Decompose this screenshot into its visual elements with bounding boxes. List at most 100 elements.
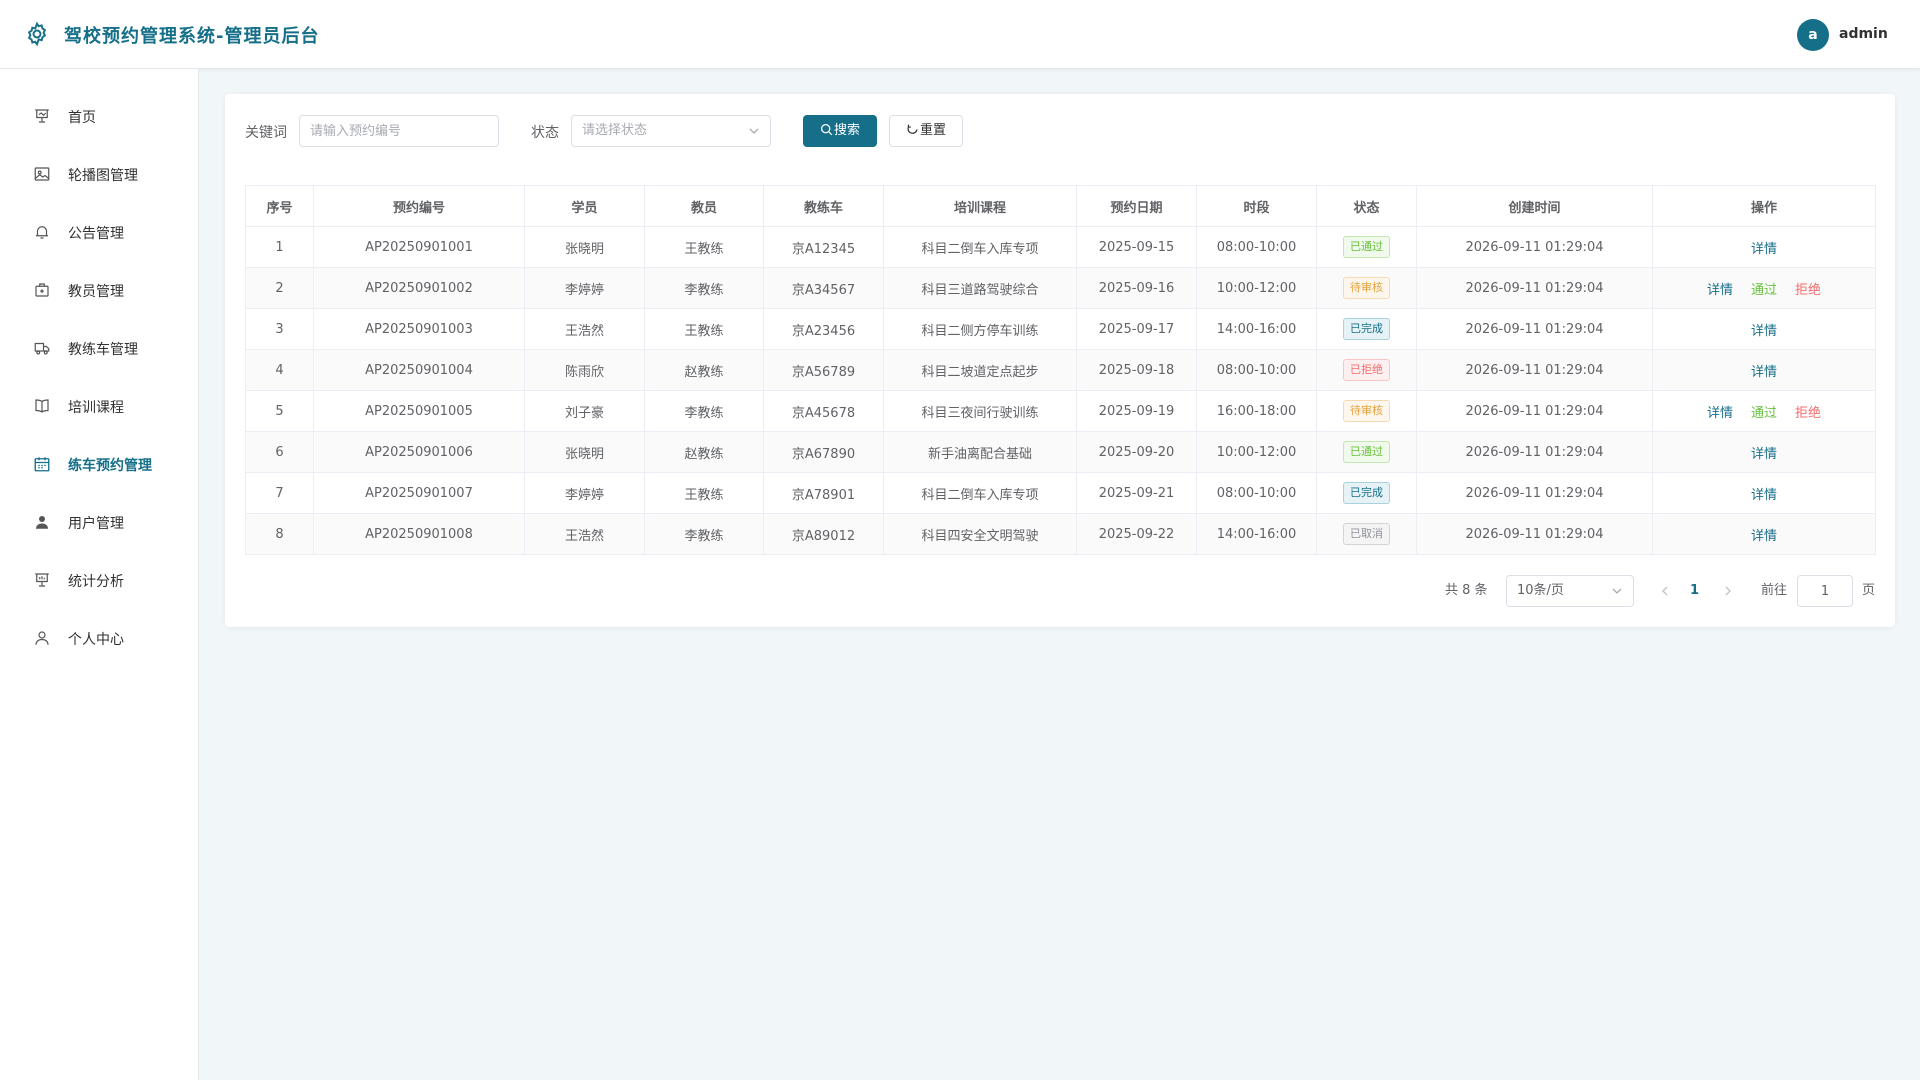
sidebar-item-users[interactable]: 用户管理 — [0, 502, 199, 542]
page-size-value: 10条/页 — [1517, 583, 1564, 598]
detail-link[interactable]: 详情 — [1707, 406, 1733, 421]
cell-status: 已通过 — [1316, 431, 1417, 473]
cell-slot: 16:00-18:00 — [1196, 390, 1317, 432]
status-badge: 已通过 — [1343, 236, 1390, 258]
detail-link[interactable]: 详情 — [1751, 324, 1777, 339]
cell-date: 2025-09-15 — [1076, 226, 1197, 268]
table-row: 8 AP20250901008 王浩然 李教练 京A89012 科目四安全文明驾驶 2025… — [245, 513, 1876, 555]
cell-code: AP20250901003 — [313, 308, 525, 350]
detail-link[interactable]: 详情 — [1751, 365, 1777, 380]
sidebar-item-label: 个人中心 — [68, 632, 124, 648]
detail-link[interactable]: 详情 — [1707, 283, 1733, 298]
cell-slot: 14:00-16:00 — [1196, 308, 1317, 350]
cell-coach: 李教练 — [644, 390, 764, 432]
cell-date: 2025-09-20 — [1076, 431, 1197, 473]
cell-status: 已取消 — [1316, 513, 1417, 555]
cell-course: 科目二倒车入库专项 — [883, 472, 1077, 514]
sidebar-item-stats[interactable]: 统计分析 — [0, 560, 199, 600]
cell-status: 已拒绝 — [1316, 349, 1417, 391]
sidebar-item-label: 轮播图管理 — [68, 168, 138, 184]
cell-course: 新手油离配合基础 — [883, 431, 1077, 473]
cell-created: 2026-09-11 01:29:04 — [1416, 308, 1653, 350]
cell-coach: 赵教练 — [644, 349, 764, 391]
detail-link[interactable]: 详情 — [1751, 529, 1777, 544]
approve-link[interactable]: 通过 — [1751, 406, 1777, 421]
sidebar-item-course[interactable]: 培训课程 — [0, 386, 199, 426]
cell-course: 科目二坡道定点起步 — [883, 349, 1077, 391]
cell-car: 京A67890 — [763, 431, 884, 473]
cell-status: 待审核 — [1316, 267, 1417, 309]
user-icon — [35, 631, 49, 645]
sidebar-item-notice[interactable]: 公告管理 — [0, 212, 199, 252]
cell-created: 2026-09-11 01:29:04 — [1416, 513, 1653, 555]
page-size-select[interactable]: 10条/页 — [1506, 575, 1634, 607]
cell-actions: 详情 — [1652, 308, 1876, 350]
bell-icon — [36, 226, 48, 239]
table-row: 6 AP20250901006 张晓明 赵教练 京A67890 新手油离配合基础 2025-… — [245, 431, 1876, 473]
status-badge: 已完成 — [1343, 482, 1390, 504]
table-row: 1 AP20250901001 张晓明 王教练 京A12345 科目二倒车入库专项 2025… — [245, 226, 1876, 268]
status-select-placeholder: 请选择状态 — [582, 123, 648, 138]
status-label: 状态 — [531, 125, 559, 141]
detail-link[interactable]: 详情 — [1751, 488, 1777, 503]
cell-slot: 08:00-10:00 — [1196, 349, 1317, 391]
cell-student: 张晓明 — [524, 431, 645, 473]
status-badge: 待审核 — [1343, 400, 1390, 422]
goto-page-input[interactable] — [1797, 575, 1853, 607]
sidebar-item-label: 培训课程 — [68, 400, 124, 416]
sidebar-item-label: 用户管理 — [68, 516, 124, 532]
search-icon — [820, 123, 833, 136]
cell-code: AP20250901008 — [313, 513, 525, 555]
search-button[interactable]: 搜索 — [803, 115, 877, 147]
sidebar-item-car[interactable]: 教练车管理 — [0, 328, 199, 368]
status-badge: 已通过 — [1343, 441, 1390, 463]
sidebar-item-coach[interactable]: 教员管理 — [0, 270, 199, 310]
username[interactable]: admin — [1839, 26, 1888, 42]
cell-car: 京A78901 — [763, 472, 884, 514]
detail-link[interactable]: 详情 — [1751, 242, 1777, 257]
table-row: 5 AP20250901005 刘子豪 李教练 京A45678 科目三夜间行驶训练 2025… — [245, 390, 1876, 432]
cell-no: 8 — [245, 513, 314, 555]
next-page-icon[interactable] — [1721, 584, 1735, 598]
cell-coach: 李教练 — [644, 267, 764, 309]
cell-coach: 赵教练 — [644, 431, 764, 473]
main-card: 关键词 状态 请选择状态 搜索 重置 序号 预约编号 学员 教员 教练车 培训课… — [225, 94, 1895, 627]
cell-course: 科目二倒车入库专项 — [883, 226, 1077, 268]
sidebar-item-home[interactable]: 首页 — [0, 96, 199, 136]
sidebar-item-carousel[interactable]: 轮播图管理 — [0, 154, 199, 194]
reject-link[interactable]: 拒绝 — [1795, 406, 1821, 421]
chart-icon — [35, 573, 49, 587]
approve-link[interactable]: 通过 — [1751, 283, 1777, 298]
goto-label: 前往 — [1761, 583, 1788, 598]
gear-icon — [27, 21, 47, 47]
cell-actions: 详情 — [1652, 349, 1876, 391]
cell-coach: 王教练 — [644, 226, 764, 268]
avatar[interactable]: a — [1797, 19, 1829, 51]
keyword-input[interactable] — [299, 115, 499, 147]
page-number-current[interactable]: 1 — [1690, 575, 1699, 607]
briefcase-icon — [35, 283, 49, 297]
sidebar-item-label: 教员管理 — [68, 284, 124, 300]
table-row: 2 AP20250901002 李婷婷 李教练 京A34567 科目三道路驾驶综合 2025… — [245, 267, 1876, 309]
cell-car: 京A89012 — [763, 513, 884, 555]
cell-coach: 王教练 — [644, 308, 764, 350]
sidebar-item-booking[interactable]: 练车预约管理 — [0, 444, 199, 484]
detail-link[interactable]: 详情 — [1751, 447, 1777, 462]
cell-car: 京A12345 — [763, 226, 884, 268]
cell-car: 京A23456 — [763, 308, 884, 350]
table-row: 3 AP20250901003 王浩然 王教练 京A23456 科目二侧方停车训练 2025… — [245, 308, 1876, 350]
status-select[interactable]: 请选择状态 — [571, 115, 771, 147]
cell-actions: 详情 — [1652, 513, 1876, 555]
reset-button[interactable]: 重置 — [889, 115, 963, 147]
user-filled-icon — [36, 516, 48, 529]
cell-course: 科目二侧方停车训练 — [883, 308, 1077, 350]
cell-status: 已完成 — [1316, 472, 1417, 514]
cell-no: 3 — [245, 308, 314, 350]
cell-coach: 李教练 — [644, 513, 764, 555]
reject-link[interactable]: 拒绝 — [1795, 283, 1821, 298]
column-header: 教员 — [644, 185, 764, 227]
cell-status: 已通过 — [1316, 226, 1417, 268]
prev-page-icon[interactable] — [1658, 584, 1672, 598]
cell-code: AP20250901001 — [313, 226, 525, 268]
sidebar-item-profile[interactable]: 个人中心 — [0, 618, 199, 658]
